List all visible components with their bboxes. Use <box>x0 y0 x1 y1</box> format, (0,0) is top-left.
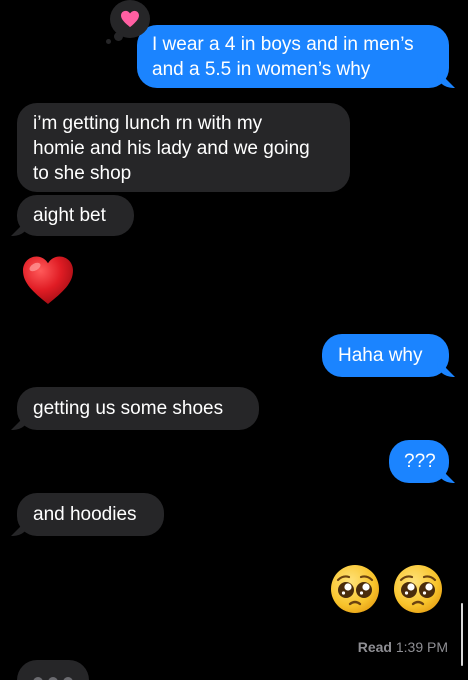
message-bubble-sent[interactable]: I wear a 4 in boys and in men’s and a 5.… <box>137 25 449 88</box>
tapback-dot <box>106 39 111 44</box>
message-bubble-sent[interactable]: Haha why <box>322 334 449 377</box>
read-label: Read <box>357 639 392 655</box>
tapback-reaction[interactable] <box>106 0 150 44</box>
typing-indicator <box>17 660 89 680</box>
message-bubble-received[interactable]: getting us some shoes <box>17 387 259 430</box>
scrollbar[interactable] <box>461 603 463 666</box>
tapback-bubble[interactable] <box>110 0 150 38</box>
message-bubble-received[interactable]: aight bet <box>17 195 134 236</box>
message-bubble-sent[interactable]: ??? <box>389 440 449 483</box>
message-bubble-received[interactable]: i’m getting lunch rn with my homie and h… <box>17 103 350 192</box>
message-bubble-received[interactable]: and hoodies <box>17 493 164 536</box>
heart-icon <box>23 256 73 304</box>
read-time: 1:39 PM <box>395 639 448 655</box>
heart-icon <box>121 10 139 28</box>
red-heart-emoji[interactable] <box>20 252 76 308</box>
read-receipt: Read 1:39 PM <box>300 638 448 656</box>
pleading-face-emoji[interactable] <box>329 563 381 615</box>
pleading-face-emoji[interactable] <box>392 563 444 615</box>
